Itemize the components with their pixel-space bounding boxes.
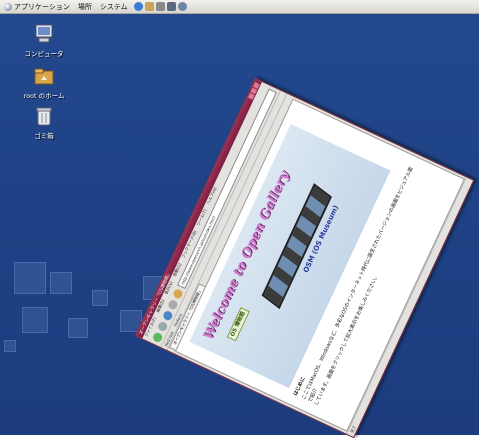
places-menu[interactable]: 場所 [78,2,92,12]
computer-desktop-icon[interactable]: コンピュータ [14,24,74,58]
trash-icon [36,107,52,126]
applications-menu-label: アプリケーション [14,2,70,11]
trash-desktop-icon[interactable]: ゴミ箱 [14,106,74,140]
status-text: 完了 [348,424,357,434]
help-icon[interactable] [177,2,187,11]
background-square [4,340,16,352]
home-icon[interactable] [171,287,184,300]
background-square [68,318,88,338]
home-folder-icon [34,68,54,85]
gnome-foot-icon [4,2,12,11]
os-museum-badge: OS 博物館 [226,307,250,342]
reload-icon[interactable] [161,309,174,322]
mail-icon[interactable] [144,2,154,11]
background-square [22,307,48,333]
stop-icon[interactable] [166,298,179,311]
trash-icon-label: ゴミ箱 [34,132,54,140]
forward-icon[interactable] [156,320,169,333]
terminal-icon[interactable] [166,2,176,11]
background-square [14,262,46,294]
top-panel: アプリケーション 場所 システム [0,0,479,14]
places-menu-label: 場所 [77,2,92,11]
browser-icon[interactable] [133,2,143,11]
system-menu[interactable]: システム [100,2,128,12]
applications-menu[interactable]: アプリケーション [4,2,70,12]
computer-icon-label: コンピュータ [24,50,64,58]
home-desktop-icon[interactable]: root のホーム [14,66,74,100]
background-square [92,290,108,306]
system-menu-label: システム [99,2,128,11]
background-square [50,272,72,294]
home-icon-label: root のホーム [23,92,65,100]
office-icon[interactable] [155,2,165,11]
back-icon[interactable] [151,331,164,344]
computer-icon [35,24,53,43]
